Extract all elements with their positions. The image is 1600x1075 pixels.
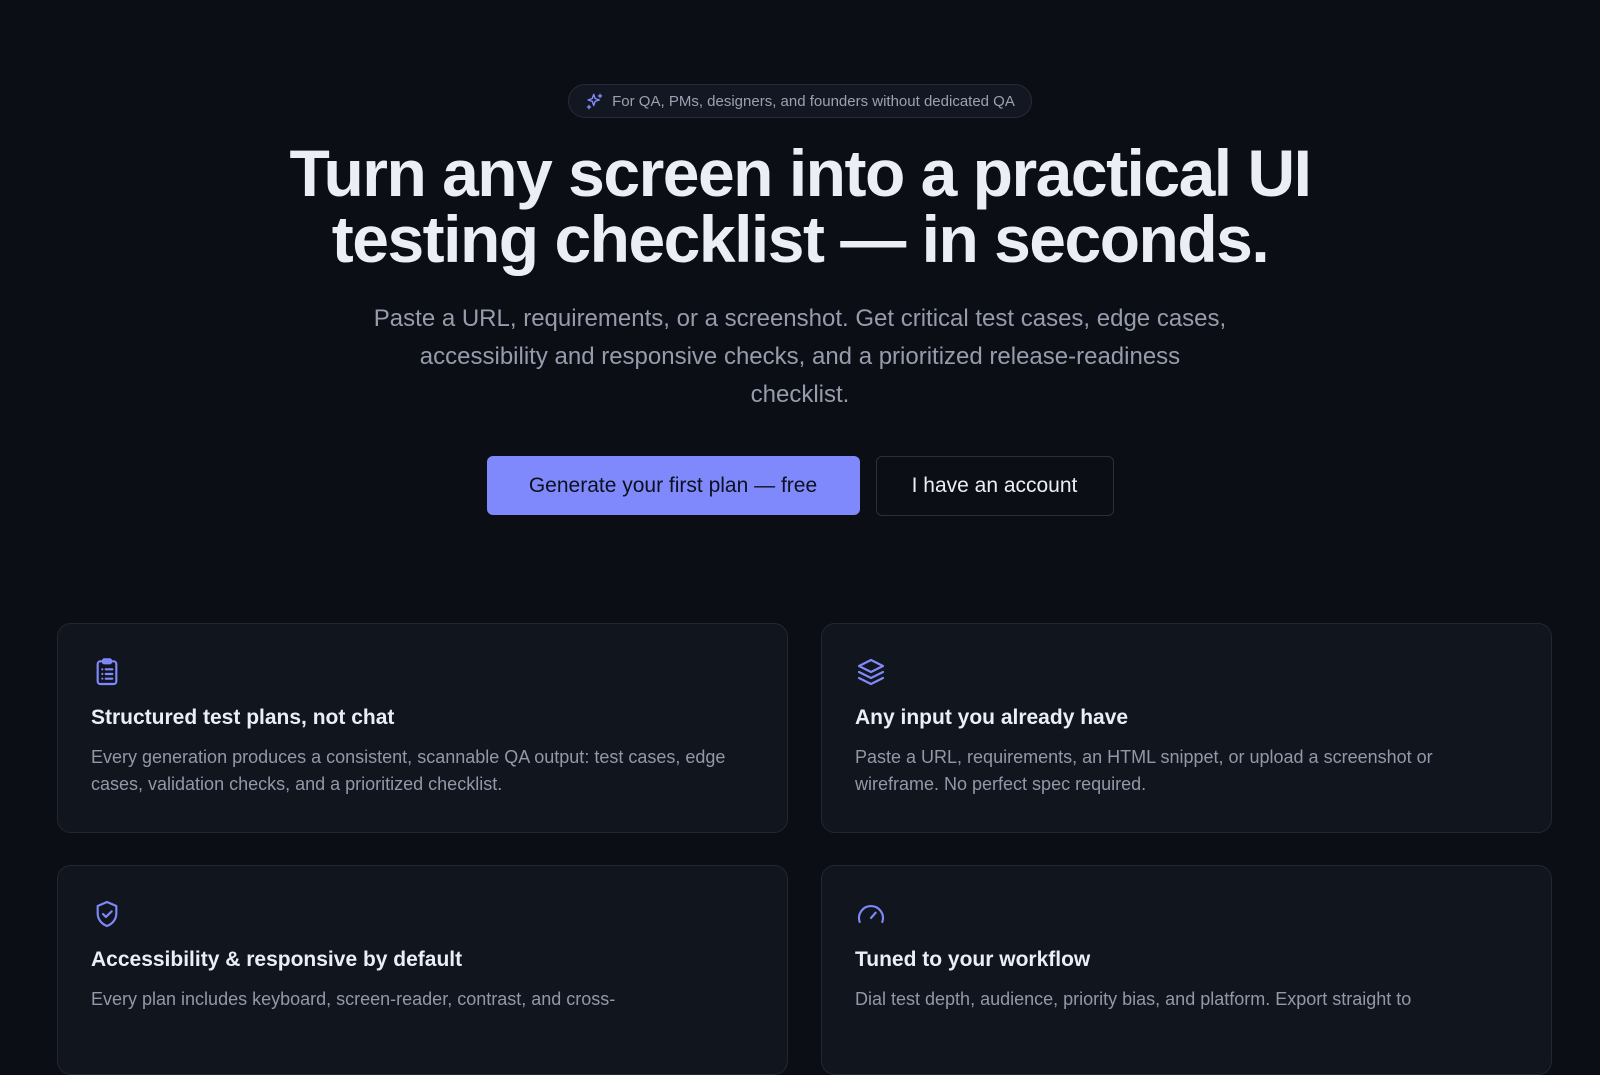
audience-pill-text: For QA, PMs, designers, and founders wit… bbox=[612, 92, 1015, 110]
feature-title: Tuned to your workflow bbox=[855, 948, 1091, 971]
cta-row: Generate your first plan — free I have a… bbox=[486, 456, 1114, 516]
hero-subtitle: Paste a URL, requirements, or a screensh… bbox=[373, 305, 1227, 408]
shield-check-icon bbox=[96, 900, 118, 928]
sign-in-button[interactable]: I have an account bbox=[875, 456, 1114, 516]
layers-icon bbox=[857, 658, 885, 686]
feature-description: Paste a URL, requirements, an HTML snipp… bbox=[855, 747, 1433, 794]
feature-description: Every generation produces a consistent, … bbox=[91, 747, 726, 794]
feature-card-any-input: Any input you already have Paste a URL, … bbox=[821, 623, 1552, 833]
hero-section: For QA, PMs, designers, and founders wit… bbox=[0, 0, 1600, 516]
feature-title: Any input you already have bbox=[855, 706, 1129, 729]
feature-card-accessibility: Accessibility & responsive by default Ev… bbox=[57, 865, 788, 1075]
page-title: Turn any screen into a practical UI test… bbox=[289, 136, 1312, 276]
generate-plan-button[interactable]: Generate your first plan — free bbox=[486, 456, 860, 515]
feature-card-structured-plans: Structured test plans, not chat Every ge… bbox=[57, 623, 788, 833]
feature-card-workflow: Tuned to your workflow Dial test depth, … bbox=[821, 865, 1552, 1075]
sparkles-icon bbox=[586, 93, 603, 109]
gauge-icon bbox=[857, 904, 885, 924]
feature-title: Accessibility & responsive by default bbox=[91, 948, 463, 971]
clipboard-list-icon bbox=[96, 658, 118, 686]
audience-pill: For QA, PMs, designers, and founders wit… bbox=[568, 84, 1032, 118]
feature-title: Structured test plans, not chat bbox=[91, 706, 395, 729]
